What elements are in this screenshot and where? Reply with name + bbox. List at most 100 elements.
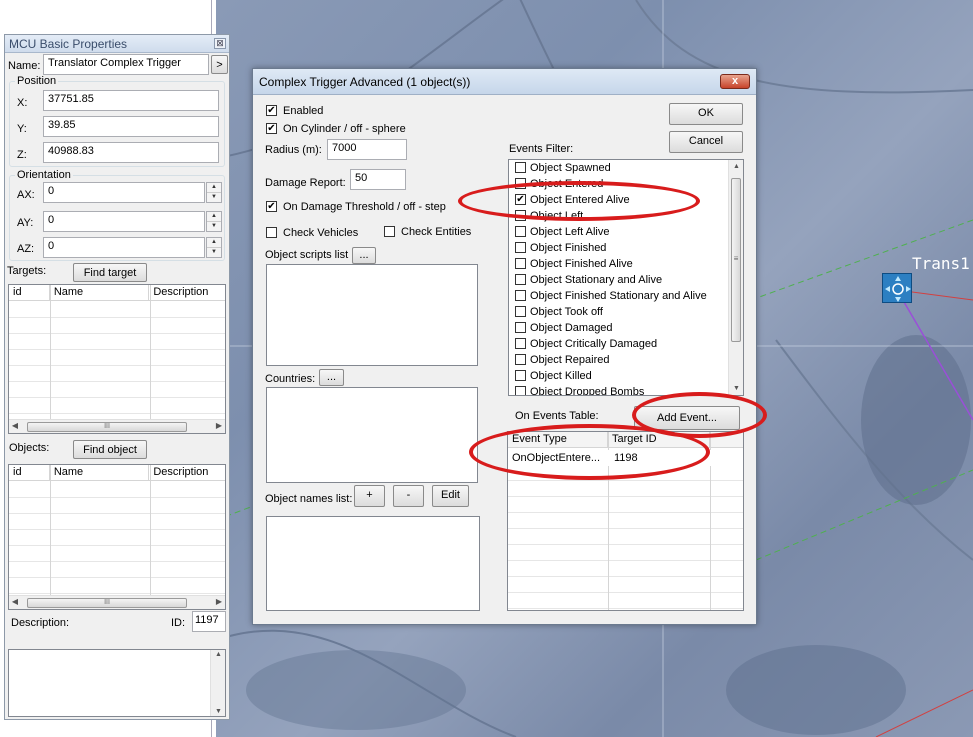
event-filter-checkbox[interactable] xyxy=(515,241,526,253)
x-field[interactable]: 37751.85 xyxy=(43,90,219,111)
event-filter-item[interactable]: Object Damaged xyxy=(515,321,613,338)
object-scripts-browse-button[interactable]: ... xyxy=(352,247,376,264)
check-vehicles-label: Check Vehicles xyxy=(283,227,359,239)
ay-label: AY: xyxy=(17,217,34,229)
object-names-list[interactable] xyxy=(266,516,480,611)
find-object-button[interactable]: Find object xyxy=(73,440,147,459)
on-damage-threshold-checkbox[interactable]: ✔ xyxy=(266,201,277,212)
z-field[interactable]: 40988.83 xyxy=(43,142,219,163)
damage-report-label: Damage Report: xyxy=(265,177,346,189)
find-target-button[interactable]: Find target xyxy=(73,263,147,282)
targets-grid[interactable]: id Name Description ◀ III ▶ xyxy=(8,284,226,434)
event-filter-item[interactable]: Object Spawned xyxy=(515,161,611,178)
event-filter-item[interactable]: Object Dropped Bombs xyxy=(515,385,645,396)
az-field[interactable]: 0 xyxy=(43,237,205,258)
event-filter-item[interactable]: Object Finished Alive xyxy=(515,257,633,274)
event-filter-checkbox[interactable] xyxy=(515,305,526,317)
event-filter-label: Object Killed xyxy=(530,370,592,382)
trigger-icon[interactable] xyxy=(882,273,912,303)
scroll-thumb[interactable]: III xyxy=(27,422,187,432)
col-id[interactable]: id xyxy=(9,285,50,300)
event-filter-checkbox[interactable] xyxy=(515,321,526,333)
event-filter-item[interactable]: Object Critically Damaged xyxy=(515,337,657,354)
event-filter-item[interactable]: Object Stationary and Alive xyxy=(515,273,662,290)
dialog-title: Complex Trigger Advanced (1 object(s)) xyxy=(259,75,471,89)
objects-grid[interactable]: id Name Description ◀ III ▶ xyxy=(8,464,226,610)
event-filter-checkbox[interactable] xyxy=(515,289,526,301)
description-field[interactable]: ▲ ▼ xyxy=(8,649,226,717)
event-filter-item[interactable]: Object Left Alive xyxy=(515,225,610,242)
event-filter-label: Object Damaged xyxy=(530,322,613,334)
add-name-button[interactable]: + xyxy=(354,485,385,507)
event-filter-label: Object Dropped Bombs xyxy=(530,386,645,396)
highlight-oval-event-filter xyxy=(458,181,700,221)
countries-browse-button[interactable]: ... xyxy=(319,369,344,386)
event-filter-label: Object Repaired xyxy=(530,354,610,366)
scroll-down-icon[interactable]: ▼ xyxy=(729,385,743,392)
ax-field[interactable]: 0 xyxy=(43,182,205,203)
event-filter-label: Object Finished xyxy=(530,242,607,254)
event-filter-checkbox[interactable] xyxy=(515,337,526,349)
ay-spinner[interactable]: ▲ ▼ xyxy=(206,211,222,232)
radius-field[interactable]: 7000 xyxy=(327,139,407,160)
check-entities-checkbox[interactable] xyxy=(384,226,395,237)
scroll-left-icon[interactable]: ◀ xyxy=(9,597,21,606)
id-field[interactable]: 1197 xyxy=(192,611,226,632)
dialog-title-bar: Complex Trigger Advanced (1 object(s)) xyxy=(253,69,756,95)
ok-button[interactable]: OK xyxy=(669,103,743,125)
event-filter-checkbox[interactable] xyxy=(515,257,526,269)
col-description[interactable]: Description xyxy=(149,465,225,480)
col-name[interactable]: Name xyxy=(50,465,150,480)
description-vscrollbar[interactable]: ▲ ▼ xyxy=(210,650,225,716)
enabled-checkbox[interactable]: ✔ xyxy=(266,105,277,116)
damage-report-field[interactable]: 50 xyxy=(350,169,406,190)
object-scripts-list[interactable] xyxy=(266,264,478,366)
scroll-right-icon[interactable]: ▶ xyxy=(213,421,225,430)
scroll-right-icon[interactable]: ▶ xyxy=(213,597,225,606)
on-cylinder-checkbox[interactable]: ✔ xyxy=(266,123,277,134)
event-filter-item[interactable]: Object Finished Stationary and Alive xyxy=(515,289,707,306)
objects-label: Objects: xyxy=(9,442,50,454)
scroll-left-icon[interactable]: ◀ xyxy=(9,421,21,430)
event-filter-item[interactable]: Object Repaired xyxy=(515,353,610,370)
close-icon[interactable]: x xyxy=(720,74,750,89)
event-filter-checkbox[interactable] xyxy=(515,161,526,173)
name-arrow-button[interactable]: > xyxy=(211,55,228,74)
object-names-label: Object names list: xyxy=(265,493,353,505)
ax-spinner[interactable]: ▲ ▼ xyxy=(206,182,222,203)
event-filter-checkbox[interactable] xyxy=(515,369,526,381)
remove-name-button[interactable]: - xyxy=(393,485,424,507)
object-scripts-label: Object scripts list xyxy=(265,249,349,261)
col-id[interactable]: id xyxy=(9,465,50,480)
scroll-thumb[interactable]: ≡ xyxy=(731,178,741,342)
highlight-oval-events-table xyxy=(469,424,710,480)
events-vscrollbar[interactable]: ▲ ≡ ▼ xyxy=(728,160,743,395)
grid-divider xyxy=(50,285,51,419)
scroll-down-icon[interactable]: ▼ xyxy=(211,708,226,715)
cancel-button[interactable]: Cancel xyxy=(669,131,743,153)
ay-field[interactable]: 0 xyxy=(43,211,205,232)
event-filter-checkbox[interactable] xyxy=(515,353,526,365)
targets-hscrollbar[interactable]: ◀ III ▶ xyxy=(9,419,225,433)
col-name[interactable]: Name xyxy=(50,285,150,300)
event-filter-checkbox[interactable] xyxy=(515,273,526,285)
y-field[interactable]: 39.85 xyxy=(43,116,219,137)
countries-list[interactable] xyxy=(266,387,478,483)
event-filter-item[interactable]: Object Finished xyxy=(515,241,607,258)
close-icon[interactable]: ⊠ xyxy=(214,38,226,49)
event-filter-item[interactable]: Object Killed xyxy=(515,369,592,386)
scroll-thumb[interactable]: III xyxy=(27,598,187,608)
col-description[interactable]: Description xyxy=(149,285,225,300)
check-vehicles-checkbox[interactable] xyxy=(266,227,277,238)
event-filter-checkbox[interactable] xyxy=(515,225,526,237)
name-field[interactable]: Translator Complex Trigger xyxy=(43,54,209,75)
edit-name-button[interactable]: Edit xyxy=(432,485,469,507)
on-cylinder-label: On Cylinder / off - sphere xyxy=(283,123,406,135)
scroll-up-icon[interactable]: ▲ xyxy=(729,163,743,170)
az-spinner[interactable]: ▲ ▼ xyxy=(206,237,222,258)
scroll-up-icon[interactable]: ▲ xyxy=(211,651,226,658)
objects-hscrollbar[interactable]: ◀ III ▶ xyxy=(9,595,225,609)
orientation-label: Orientation xyxy=(15,169,73,181)
event-filter-item[interactable]: Object Took off xyxy=(515,305,603,322)
event-filter-checkbox[interactable] xyxy=(515,385,526,395)
